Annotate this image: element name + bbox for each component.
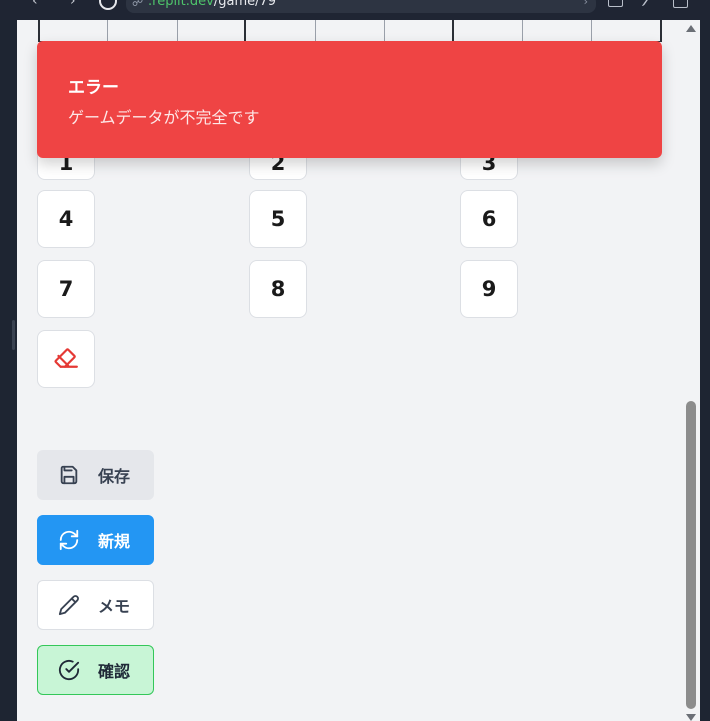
edit-icon[interactable] — [635, 0, 653, 6]
scroll-up-icon[interactable] — [686, 25, 696, 32]
address-bar[interactable]: ☍ .replit.dev/game/79 › — [126, 0, 596, 13]
number-key-7[interactable]: 7 — [37, 260, 95, 318]
number-key-label: 8 — [270, 277, 286, 301]
reload-icon[interactable] — [99, 0, 117, 10]
back-icon[interactable]: ‹ — [32, 0, 38, 9]
browser-toolbar: ‹ › ☍ .replit.dev/game/79 › — [0, 0, 710, 20]
number-key-6[interactable]: 6 — [460, 190, 518, 248]
pencil-icon — [58, 594, 80, 616]
vertical-scrollbar[interactable] — [681, 20, 700, 721]
number-key-8[interactable]: 8 — [249, 260, 307, 318]
number-key-label: 9 — [481, 277, 497, 301]
refresh-icon — [58, 529, 80, 551]
number-key-4[interactable]: 4 — [37, 190, 95, 248]
toast-message: ゲームデータが不完全です — [68, 108, 260, 127]
check-button-label: 確認 — [98, 662, 131, 681]
url-host: .replit.dev — [148, 0, 214, 9]
new-game-button-label: 新規 — [98, 532, 131, 551]
save-button[interactable]: 保存 — [37, 450, 154, 500]
url-go-icon[interactable]: › — [584, 0, 588, 8]
cast-icon[interactable] — [608, 0, 623, 7]
check-circle-icon — [58, 659, 80, 681]
page-viewport: 1 2 3 4 5 6 7 8 9 保存 新規 メモ 確認 エラー ゲームデータ… — [17, 20, 681, 721]
check-button[interactable]: 確認 — [37, 645, 154, 695]
window-resize-handle[interactable] — [12, 320, 15, 350]
save-button-label: 保存 — [98, 467, 131, 486]
number-key-label: 7 — [58, 277, 74, 301]
number-key-label: 5 — [270, 207, 286, 231]
scrollbar-thumb[interactable] — [686, 401, 696, 709]
forward-icon[interactable]: › — [70, 0, 76, 9]
eraser-icon — [53, 344, 79, 375]
scroll-down-icon[interactable] — [686, 714, 696, 721]
eraser-button[interactable] — [37, 330, 95, 388]
save-icon — [58, 464, 80, 486]
url-path: /game/79 — [213, 0, 277, 9]
toast-title: エラー — [68, 78, 119, 98]
memo-button[interactable]: メモ — [37, 580, 154, 630]
new-game-button[interactable]: 新規 — [37, 515, 154, 565]
extensions-icon[interactable] — [673, 0, 688, 8]
window-frame-edge — [700, 20, 710, 721]
site-info-icon[interactable]: ☍ — [132, 0, 143, 9]
number-key-label: 6 — [481, 207, 497, 231]
error-toast[interactable]: エラー ゲームデータが不完全です — [37, 41, 662, 158]
number-key-label: 4 — [58, 207, 74, 231]
number-key-9[interactable]: 9 — [460, 260, 518, 318]
number-key-5[interactable]: 5 — [249, 190, 307, 248]
memo-button-label: メモ — [98, 597, 131, 616]
url-text: .replit.dev/game/79 — [148, 0, 276, 9]
